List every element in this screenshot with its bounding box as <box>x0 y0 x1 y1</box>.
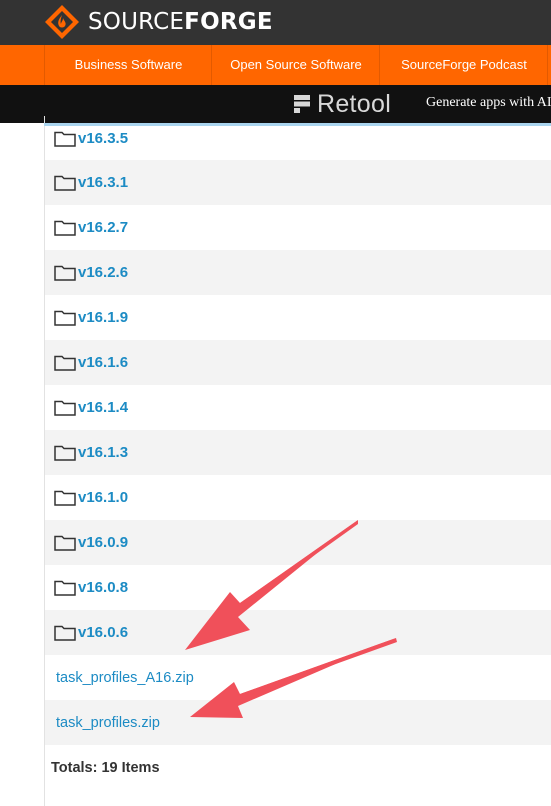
folder-icon <box>54 175 76 191</box>
folder-link[interactable]: v16.2.7 <box>78 219 128 236</box>
nav-business-software[interactable]: Business Software <box>44 45 212 85</box>
folder-icon <box>54 625 76 641</box>
folder-link[interactable]: v16.1.4 <box>78 399 128 416</box>
retool-logo: Retool <box>292 91 391 117</box>
folder-row[interactable]: v16.0.6 <box>45 610 551 655</box>
folder-icon <box>54 220 76 236</box>
nav-overflow[interactable] <box>547 45 551 85</box>
file-row[interactable]: task_profiles_A16.zip <box>45 655 551 700</box>
folder-row[interactable]: v16.3.1 <box>45 160 551 205</box>
folder-icon <box>54 310 76 326</box>
folder-icon <box>54 580 76 596</box>
page: SOURCEFORGE Business Software Open Sourc… <box>0 0 551 806</box>
retool-brand-text: Retool <box>317 90 392 118</box>
folder-link[interactable]: v16.1.0 <box>78 489 128 506</box>
folder-link[interactable]: v16.2.6 <box>78 264 128 281</box>
logo-wordmark: SOURCEFORGE <box>88 9 273 35</box>
folder-link[interactable]: v16.3.5 <box>78 130 128 147</box>
folder-link[interactable]: v16.0.6 <box>78 624 128 641</box>
logo-text-forge: FORGE <box>184 9 273 35</box>
file-link-task-profiles-a16[interactable]: task_profiles_A16.zip <box>56 670 194 686</box>
folder-link[interactable]: v16.1.3 <box>78 444 128 461</box>
list-top-accent <box>44 123 551 126</box>
totals-label: Totals: 19 Items <box>51 759 160 776</box>
totals-row: Totals: 19 Items <box>45 745 551 790</box>
folder-row[interactable]: v16.1.4 <box>45 385 551 430</box>
folder-row[interactable]: v16.1.6 <box>45 340 551 385</box>
folder-row[interactable]: v16.0.8 <box>45 565 551 610</box>
folder-row[interactable]: v16.2.6 <box>45 250 551 295</box>
nav-open-source-software[interactable]: Open Source Software <box>211 45 380 85</box>
folder-icon <box>54 131 76 147</box>
folder-icon <box>54 265 76 281</box>
file-link-task-profiles[interactable]: task_profiles.zip <box>56 715 160 731</box>
folder-icon <box>54 535 76 551</box>
file-row[interactable]: task_profiles.zip <box>45 700 551 745</box>
folder-row[interactable]: v16.1.0 <box>45 475 551 520</box>
folder-row[interactable]: v16.0.9 <box>45 520 551 565</box>
folder-link[interactable]: v16.0.8 <box>78 579 128 596</box>
sourceforge-logo[interactable]: SOURCEFORGE <box>44 3 273 41</box>
folder-link[interactable]: v16.1.9 <box>78 309 128 326</box>
folder-row[interactable]: v16.1.9 <box>45 295 551 340</box>
folder-icon <box>54 445 76 461</box>
ad-tagline: Generate apps with AI <box>426 95 551 110</box>
folder-icon <box>54 490 76 506</box>
folder-link[interactable]: v16.0.9 <box>78 534 128 551</box>
folder-row[interactable]: v16.1.3 <box>45 430 551 475</box>
folder-link[interactable]: v16.1.6 <box>78 354 128 371</box>
file-list: v16.3.5 v16.3.1 v16.2.7 v16.2.6 v16.1.9 … <box>44 116 551 806</box>
sourceforge-diamond-icon <box>45 5 79 39</box>
retool-logo-icon <box>294 95 310 113</box>
main-nav: Business Software Open Source Software S… <box>0 45 551 85</box>
nav-sourceforge-podcast[interactable]: SourceForge Podcast <box>379 45 548 85</box>
folder-link[interactable]: v16.3.1 <box>78 174 128 191</box>
logo-text-source: SOURCE <box>88 9 185 35</box>
folder-icon <box>54 400 76 416</box>
folder-row[interactable]: v16.2.7 <box>45 205 551 250</box>
site-header: SOURCEFORGE <box>0 0 551 45</box>
folder-icon <box>54 355 76 371</box>
